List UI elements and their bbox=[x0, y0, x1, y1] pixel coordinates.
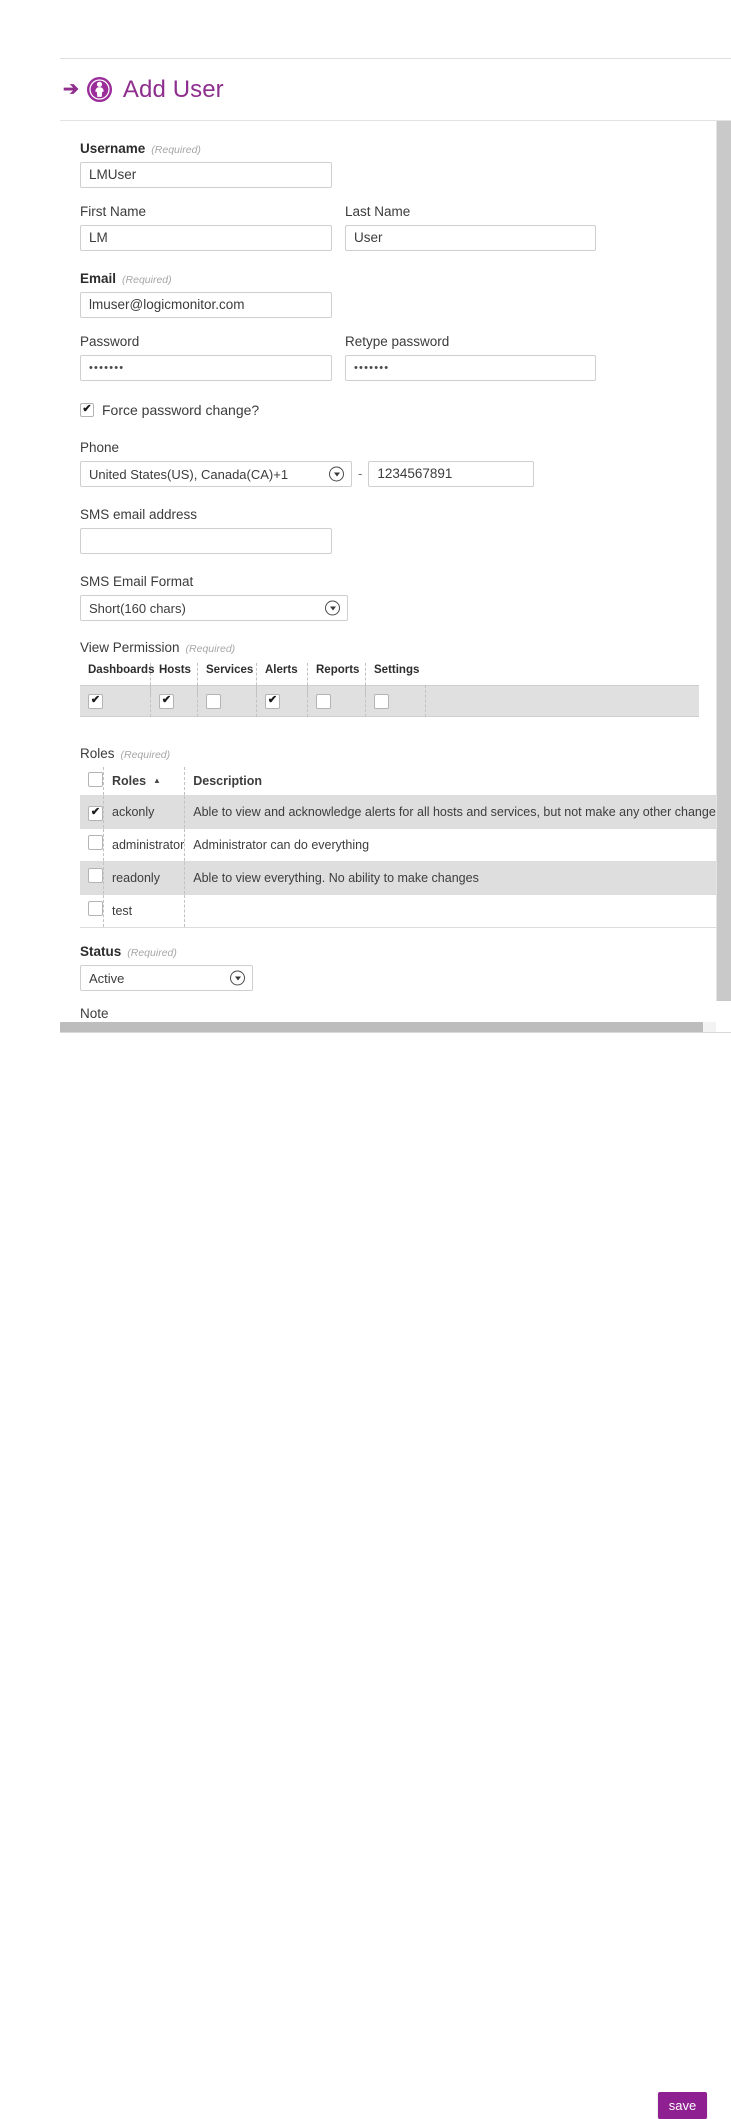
roles-header-row: Roles ▲ Description bbox=[80, 767, 722, 795]
table-row[interactable]: ✔ ackonly Able to view and acknowledge a… bbox=[80, 795, 723, 828]
last-name-label: Last Name bbox=[345, 204, 411, 219]
retype-password-label: Retype password bbox=[345, 334, 450, 349]
vp-checkbox-alerts[interactable]: ✔ bbox=[265, 693, 280, 709]
dialog-footer: save bbox=[0, 1034, 731, 2119]
username-required-note: (Required) bbox=[151, 144, 201, 156]
sms-email-format-label: SMS Email Format bbox=[80, 574, 194, 589]
roles-col-roles[interactable]: Roles ▲ bbox=[103, 767, 186, 795]
username-input[interactable]: LMUser bbox=[80, 162, 332, 188]
chevron-down-icon[interactable] bbox=[329, 466, 344, 482]
roles-table: Roles ▲ Description ✔ ackonly Able to vie… bbox=[80, 767, 723, 928]
email-label: Email (Required) bbox=[80, 271, 172, 286]
phone-label: Phone bbox=[80, 440, 120, 455]
first-name-input[interactable]: LM bbox=[80, 225, 332, 251]
role-checkbox-administrator[interactable] bbox=[88, 834, 103, 850]
field-view-permission: View Permission (Required) Dashboards Hos… bbox=[80, 640, 699, 717]
field-email: Email (Required) lmuser@logicmonitor.com bbox=[80, 271, 332, 318]
scroll-region-bottom-border bbox=[60, 1032, 731, 1033]
email-required-note: (Required) bbox=[122, 274, 172, 286]
phone-country-value: United States(US), Canada(CA)+1 bbox=[89, 466, 289, 482]
field-phone: Phone United States(US), Canada(CA)+1 - … bbox=[80, 440, 550, 487]
role-checkbox-readonly[interactable] bbox=[88, 867, 103, 883]
sms-email-address-input[interactable] bbox=[80, 528, 332, 554]
role-description: Able to view and acknowledge alerts for … bbox=[193, 804, 723, 819]
role-name: readonly bbox=[103, 861, 186, 894]
vp-checkbox-reports[interactable] bbox=[316, 693, 331, 709]
field-sms-email-address: SMS email address bbox=[80, 507, 332, 554]
field-roles: Roles (Required) Roles ▲ Description ✔ a… bbox=[80, 746, 723, 928]
vertical-scrollbar-thumb[interactable] bbox=[716, 121, 731, 1001]
note-label: Note bbox=[80, 1006, 109, 1021]
vertical-scrollbar[interactable] bbox=[716, 121, 731, 1021]
vp-checkbox-settings[interactable] bbox=[374, 693, 389, 709]
roles-required-note: (Required) bbox=[120, 749, 171, 761]
role-name: administrator bbox=[103, 828, 186, 861]
page-title: Add User bbox=[122, 75, 224, 103]
force-password-change-checkbox[interactable]: ✔ bbox=[80, 403, 94, 417]
chevron-down-icon[interactable] bbox=[325, 600, 340, 616]
first-name-label: First Name bbox=[80, 204, 147, 219]
phone-country-select[interactable]: United States(US), Canada(CA)+1 bbox=[80, 461, 352, 487]
roles-select-all-checkbox[interactable] bbox=[88, 771, 103, 787]
force-password-change-label: Force password change? bbox=[102, 402, 260, 418]
role-name: test bbox=[103, 894, 186, 927]
table-row[interactable]: readonly Able to view everything. No abi… bbox=[80, 861, 723, 894]
role-checkbox-test[interactable] bbox=[88, 900, 103, 916]
field-password: Password ••••••• bbox=[80, 334, 332, 381]
password-label: Password bbox=[80, 334, 140, 349]
field-sms-email-format: SMS Email Format Short(160 chars) bbox=[80, 574, 348, 621]
table-row[interactable]: test bbox=[80, 894, 723, 927]
role-description bbox=[185, 894, 722, 927]
role-description: Able to view everything. No ability to m… bbox=[193, 870, 479, 885]
sort-ascending-icon: ▲ bbox=[153, 775, 161, 785]
form-scroll-region: Username (Required) LMUser First Name LM … bbox=[60, 121, 731, 1030]
view-permission-label: View Permission (Required) bbox=[80, 640, 236, 655]
role-name: ackonly bbox=[103, 795, 186, 828]
dialog-header: ➔ Add User bbox=[60, 59, 731, 120]
roles-label: Roles (Required) bbox=[80, 746, 171, 761]
vp-checkbox-dashboards[interactable]: ✔ bbox=[88, 693, 103, 709]
status-required-note: (Required) bbox=[127, 947, 177, 959]
save-button[interactable]: save bbox=[658, 2092, 707, 2119]
field-status: Status (Required) Active bbox=[80, 944, 253, 991]
role-description: Administrator can do everything bbox=[193, 837, 370, 852]
vp-checkbox-hosts[interactable]: ✔ bbox=[159, 693, 174, 709]
vp-checkbox-services[interactable] bbox=[206, 693, 221, 709]
status-value: Active bbox=[89, 970, 125, 986]
field-retype-password: Retype password ••••••• bbox=[345, 334, 596, 381]
window-top-strip bbox=[0, 0, 731, 58]
view-permission-checkbox-row: ✔ ✔ ✔ bbox=[80, 685, 699, 717]
view-permission-required-note: (Required) bbox=[185, 643, 236, 655]
field-username: Username (Required) LMUser bbox=[80, 141, 332, 188]
password-input[interactable]: ••••••• bbox=[80, 355, 332, 381]
role-checkbox-ackonly[interactable]: ✔ bbox=[88, 805, 103, 821]
username-label: Username (Required) bbox=[80, 141, 201, 156]
status-label: Status (Required) bbox=[80, 944, 177, 959]
user-avatar-icon bbox=[86, 76, 113, 103]
email-input[interactable]: lmuser@logicmonitor.com bbox=[80, 292, 332, 318]
sms-email-address-label: SMS email address bbox=[80, 507, 198, 522]
roles-col-description[interactable]: Description bbox=[185, 767, 722, 795]
roles-select-all-cell bbox=[80, 767, 104, 795]
field-last-name: Last Name User bbox=[345, 204, 596, 251]
sms-email-format-select[interactable]: Short(160 chars) bbox=[80, 595, 348, 621]
field-force-password-change: ✔ Force password change? bbox=[80, 402, 259, 418]
field-first-name: First Name LM bbox=[80, 204, 332, 251]
retype-password-input[interactable]: ••••••• bbox=[345, 355, 596, 381]
table-row[interactable]: administrator Administrator can do every… bbox=[80, 828, 723, 861]
chevron-down-icon[interactable] bbox=[230, 970, 245, 986]
sms-email-format-value: Short(160 chars) bbox=[89, 600, 186, 616]
last-name-input[interactable]: User bbox=[345, 225, 596, 251]
phone-number-input[interactable]: 1234567891 bbox=[368, 461, 535, 487]
field-note: Note bbox=[80, 1006, 109, 1021]
arrow-right-icon: ➔ bbox=[63, 79, 79, 100]
status-select[interactable]: Active bbox=[80, 965, 253, 991]
phone-separator: - bbox=[358, 466, 363, 481]
view-permission-header-row: Dashboards Hosts Services Alerts Reports… bbox=[80, 663, 699, 695]
